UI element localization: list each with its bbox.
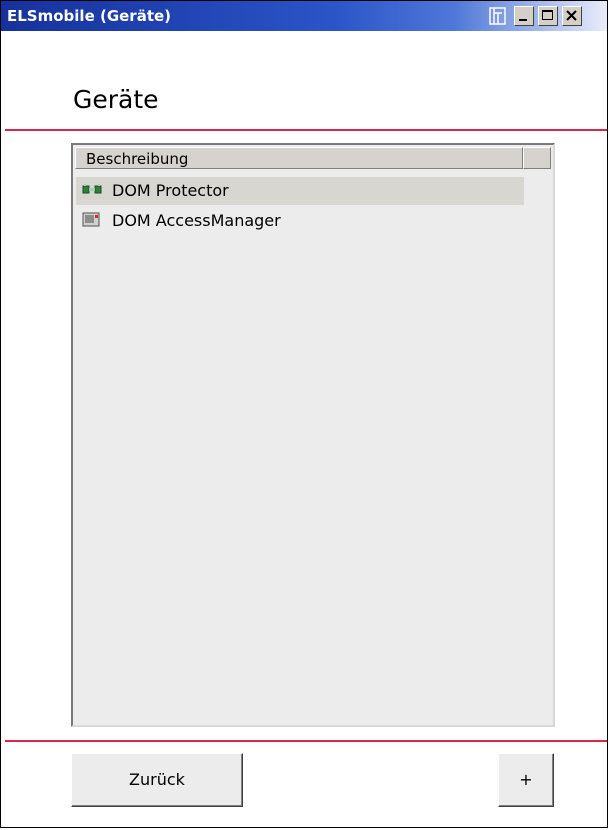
back-button[interactable]: Zurück [71, 753, 243, 807]
protector-device-icon [82, 182, 102, 198]
maximize-icon[interactable] [538, 6, 558, 26]
footer-divider [5, 740, 607, 742]
close-icon[interactable] [562, 6, 582, 26]
column-header-description[interactable]: Beschreibung [75, 147, 523, 169]
window-title: ELSmobile (Geräte) [7, 7, 172, 25]
list-item[interactable]: DOM Protector [76, 177, 524, 205]
app-window: ELSmobile (Geräte) Geräte Beschreibung D… [0, 0, 608, 828]
header-divider [5, 129, 607, 131]
list-item-label: DOM Protector [112, 181, 229, 200]
list-item-label: DOM AccessManager [112, 211, 281, 230]
minimize-icon[interactable] [514, 6, 534, 26]
title-bar[interactable]: ELSmobile (Geräte) [1, 1, 607, 31]
page-title: Geräte [73, 85, 159, 114]
device-list[interactable]: Beschreibung DOM Protector DOM AccessMan… [71, 143, 555, 727]
column-header-filler [523, 147, 551, 169]
pin-icon[interactable] [488, 6, 508, 26]
add-button[interactable]: + [498, 753, 554, 807]
access-manager-device-icon [82, 212, 102, 228]
